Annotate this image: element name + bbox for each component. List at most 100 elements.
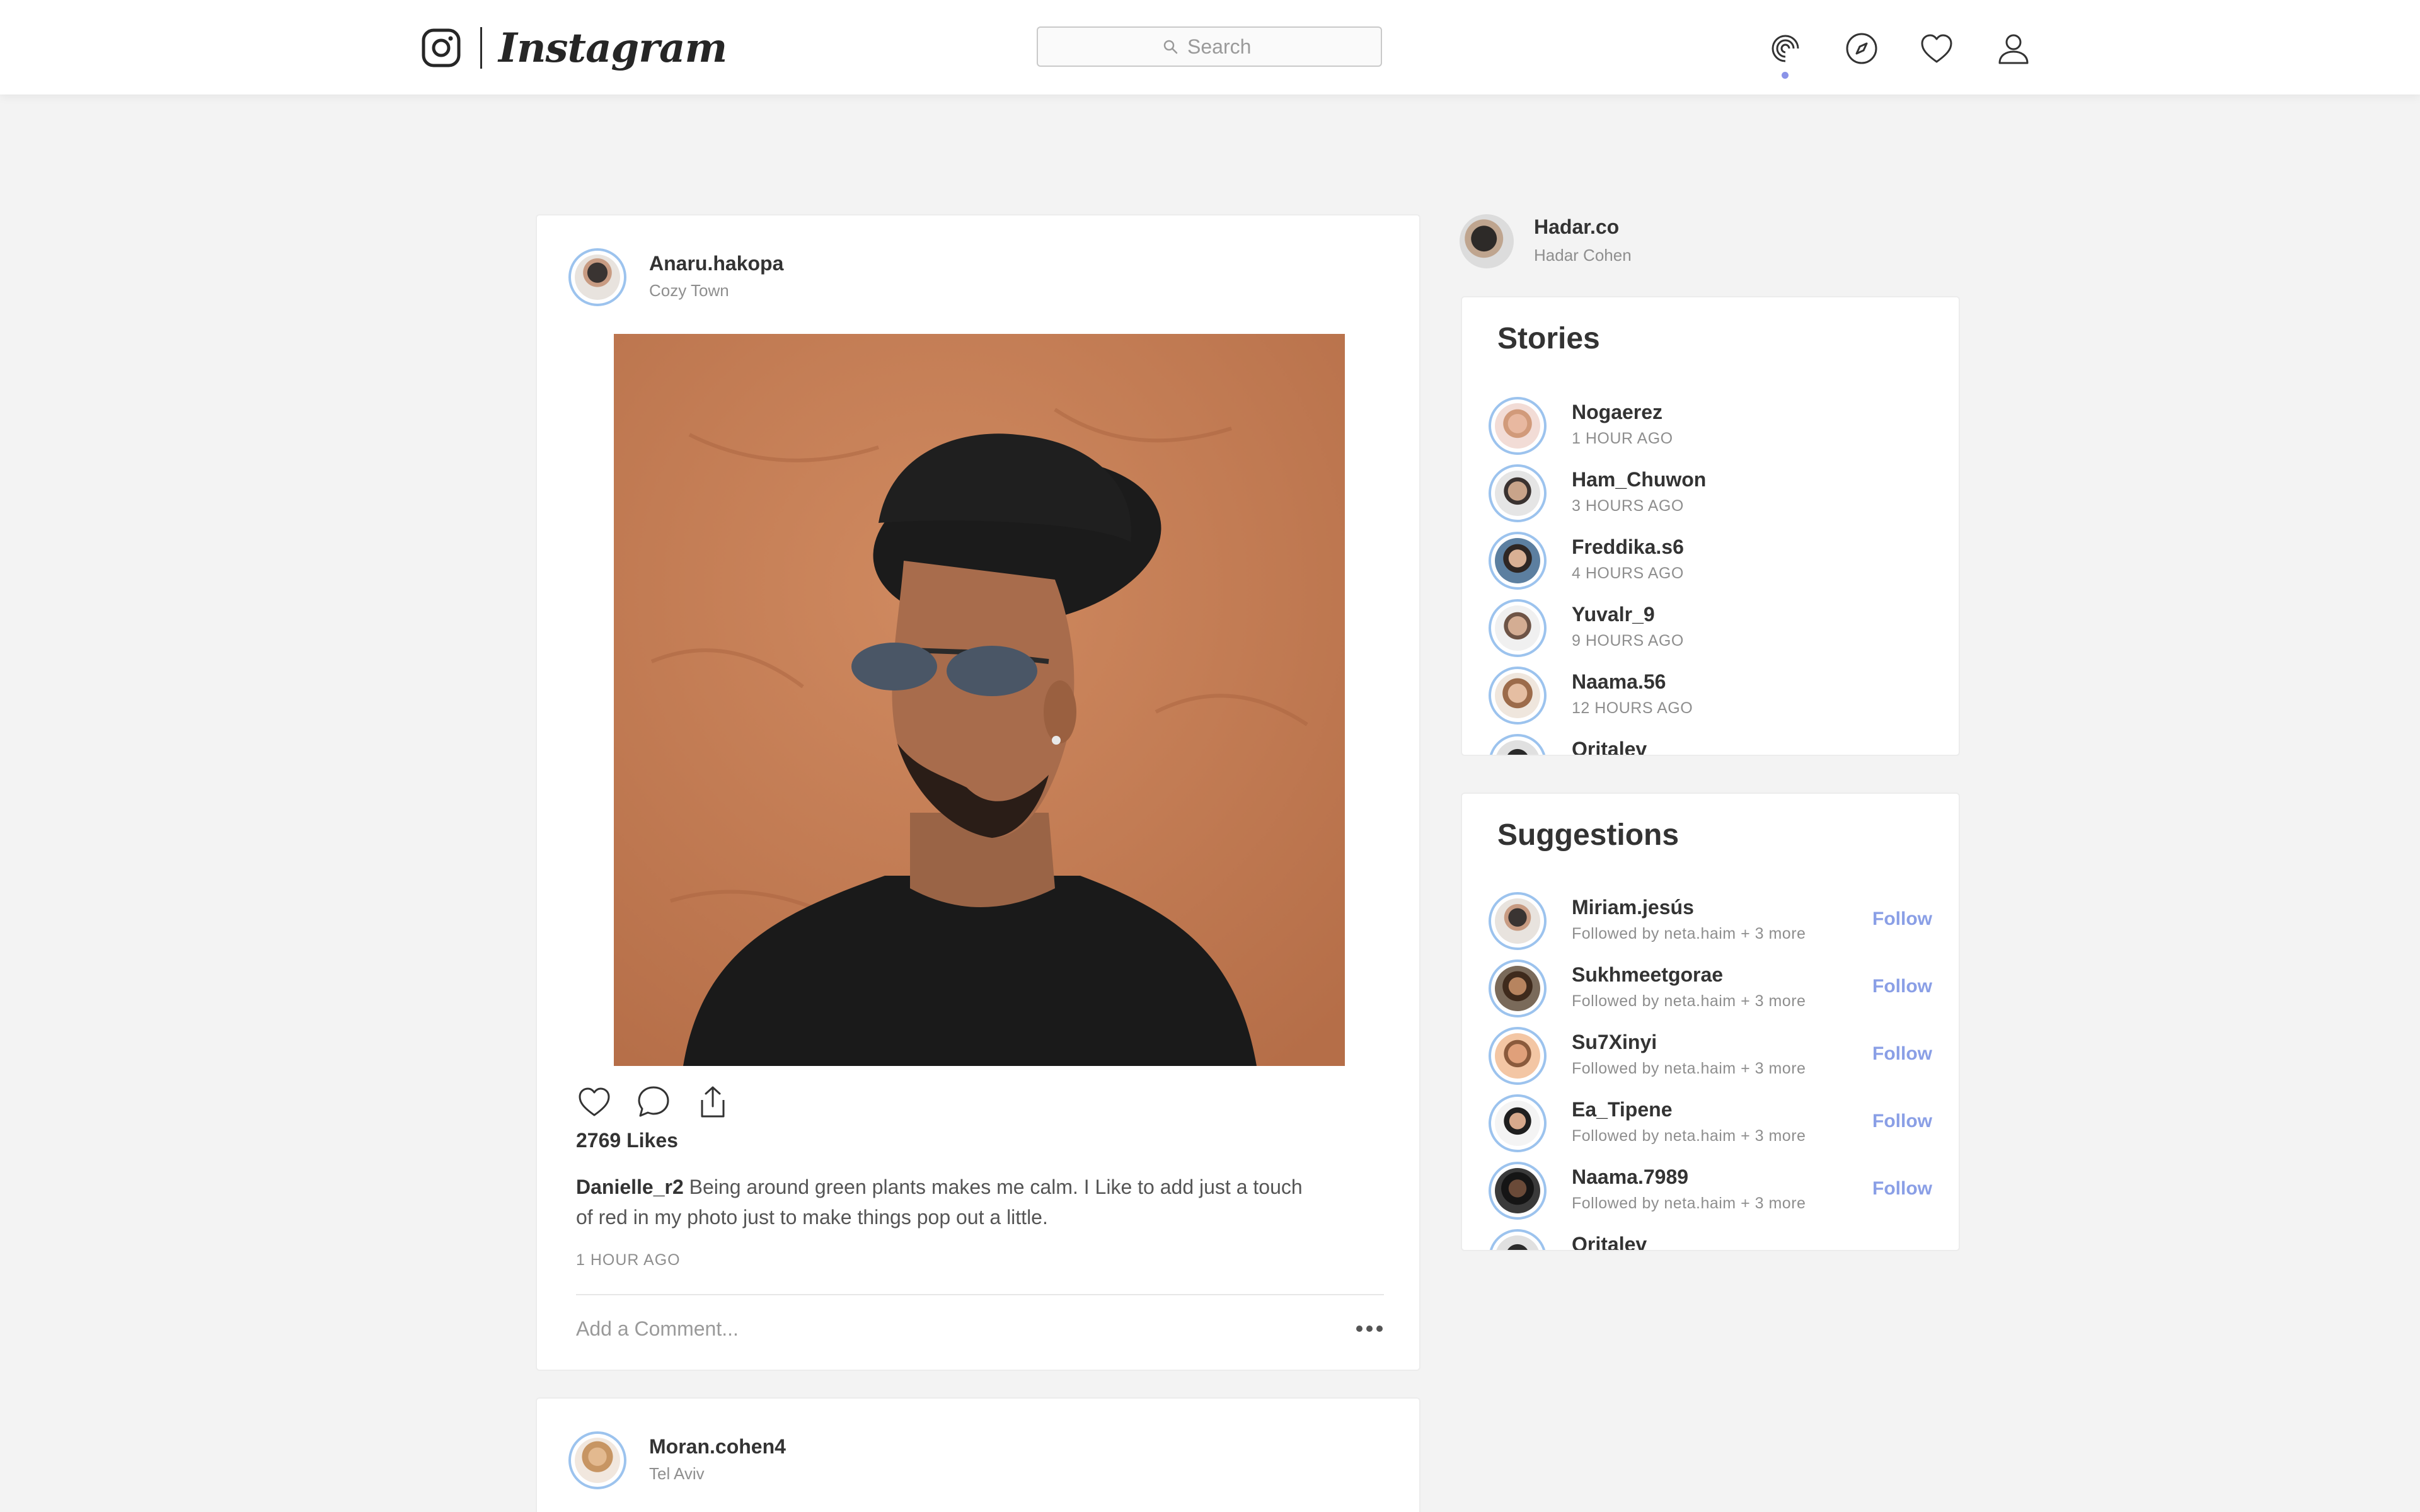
story-item[interactable]: Freddika.s6 4 HOURS AGO bbox=[1489, 530, 1942, 593]
avatar-image bbox=[1495, 471, 1540, 516]
more-options-icon[interactable] bbox=[1355, 1322, 1384, 1336]
photo-illustration bbox=[614, 334, 1345, 1066]
current-user-fullname: Hadar Cohen bbox=[1534, 246, 1632, 265]
story-avatar bbox=[1489, 734, 1547, 755]
suggestion-item[interactable]: Miriam.jesús Followed by neta.haim + 3 m… bbox=[1489, 891, 1942, 954]
nav-explore[interactable] bbox=[1843, 30, 1880, 70]
avatar-image bbox=[1495, 1168, 1540, 1213]
post-author-username[interactable]: Moran.cohen4 bbox=[649, 1435, 786, 1458]
avatar-image bbox=[1495, 966, 1540, 1011]
story-item[interactable]: Yuvalr_9 9 HOURS AGO bbox=[1489, 598, 1942, 661]
instagram-camera-icon bbox=[422, 28, 461, 67]
suggestion-username: Ea_Tipene bbox=[1572, 1098, 1673, 1121]
comment-input[interactable] bbox=[576, 1313, 1143, 1344]
story-time: 1 HOUR AGO bbox=[1572, 430, 1673, 447]
active-indicator-dot bbox=[1782, 72, 1789, 79]
follow-button[interactable]: Follow bbox=[1872, 976, 1932, 997]
suggestion-item[interactable]: Oritalev bbox=[1489, 1228, 1942, 1251]
post-author-avatar[interactable] bbox=[568, 1431, 626, 1489]
post-author-avatar[interactable] bbox=[568, 248, 626, 306]
story-time: 9 HOURS AGO bbox=[1572, 632, 1684, 650]
suggestion-avatar bbox=[1489, 892, 1547, 950]
nav-activity[interactable] bbox=[1918, 30, 1955, 70]
avatar-image bbox=[1495, 1235, 1540, 1250]
suggestion-followed-by: Followed by neta.haim + 3 more bbox=[1572, 1127, 1806, 1145]
post-photo[interactable] bbox=[614, 334, 1345, 1066]
avatar-image bbox=[1495, 673, 1540, 718]
like-heart-icon[interactable] bbox=[576, 1084, 613, 1120]
suggestions-panel: Suggestions Miriam.jesús Followed by net… bbox=[1461, 793, 1960, 1251]
suggestion-item[interactable]: Naama.7989 Followed by neta.haim + 3 mor… bbox=[1489, 1160, 1942, 1223]
post-actions bbox=[576, 1084, 731, 1120]
comment-bubble-icon[interactable] bbox=[635, 1084, 672, 1120]
story-item[interactable]: Naama.56 12 HOURS AGO bbox=[1489, 665, 1942, 728]
suggestion-item[interactable]: Sukhmeetgorae Followed by neta.haim + 3 … bbox=[1489, 958, 1942, 1021]
feed-post: Moran.cohen4 Tel Aviv bbox=[536, 1397, 1420, 1512]
brand[interactable]: Instagram bbox=[421, 24, 727, 72]
story-item[interactable]: Ham_Chuwon 3 HOURS AGO bbox=[1489, 463, 1942, 526]
story-time: 4 HOURS AGO bbox=[1572, 564, 1684, 582]
search-icon bbox=[1163, 40, 1178, 54]
post-location[interactable]: Tel Aviv bbox=[649, 1464, 705, 1484]
avatar-image bbox=[575, 1438, 620, 1483]
caption-username[interactable]: Danielle_r2 bbox=[576, 1176, 684, 1198]
nav-home[interactable] bbox=[1767, 30, 1804, 79]
current-user-avatar[interactable] bbox=[1460, 214, 1514, 268]
instagram-wordmark: Instagram bbox=[498, 24, 727, 72]
story-avatar bbox=[1489, 667, 1547, 724]
story-avatar bbox=[1489, 397, 1547, 455]
avatar-image bbox=[1495, 1033, 1540, 1079]
story-time: 12 HOURS AGO bbox=[1572, 699, 1693, 717]
stories-panel: Stories Nogaerez 1 HOUR AGO Ham_Chuwon 3… bbox=[1461, 296, 1960, 756]
follow-button[interactable]: Follow bbox=[1872, 908, 1932, 930]
suggestion-item[interactable]: Su7Xinyi Followed by neta.haim + 3 more … bbox=[1489, 1026, 1942, 1089]
search-input[interactable] bbox=[1187, 35, 1257, 59]
story-avatar bbox=[1489, 464, 1547, 522]
avatar-image bbox=[1495, 605, 1540, 651]
story-time: 3 HOURS AGO bbox=[1572, 497, 1684, 515]
story-item[interactable]: Oritalev bbox=[1489, 733, 1942, 756]
search-box[interactable] bbox=[1037, 26, 1382, 67]
like-count[interactable]: 2769 Likes bbox=[576, 1129, 678, 1152]
story-avatar bbox=[1489, 599, 1547, 657]
story-username: Freddika.s6 bbox=[1572, 536, 1684, 558]
post-timestamp: 1 HOUR AGO bbox=[576, 1251, 681, 1269]
suggestion-item[interactable]: Ea_Tipene Followed by neta.haim + 3 more… bbox=[1489, 1093, 1942, 1156]
activity-swirl-icon bbox=[1772, 35, 1799, 62]
suggestion-avatar bbox=[1489, 959, 1547, 1017]
suggestion-username: Su7Xinyi bbox=[1572, 1031, 1657, 1053]
story-username: Nogaerez bbox=[1572, 401, 1663, 423]
heart-icon bbox=[1921, 34, 1952, 63]
suggestion-avatar bbox=[1489, 1229, 1547, 1250]
current-user-username[interactable]: Hadar.co bbox=[1534, 215, 1619, 239]
suggestion-username: Sukhmeetgorae bbox=[1572, 963, 1724, 986]
suggestion-followed-by: Followed by neta.haim + 3 more bbox=[1572, 992, 1806, 1010]
story-item[interactable]: Nogaerez 1 HOUR AGO bbox=[1489, 396, 1942, 459]
suggestion-avatar bbox=[1489, 1027, 1547, 1085]
story-username: Oritalev bbox=[1572, 738, 1647, 756]
story-username: Ham_Chuwon bbox=[1572, 468, 1707, 491]
suggestion-username: Miriam.jesús bbox=[1572, 896, 1694, 919]
post-author-username[interactable]: Anaru.hakopa bbox=[649, 252, 783, 275]
follow-button[interactable]: Follow bbox=[1872, 1178, 1932, 1200]
divider bbox=[576, 1294, 1384, 1295]
follow-button[interactable]: Follow bbox=[1872, 1043, 1932, 1065]
user-profile-icon bbox=[1998, 34, 2029, 64]
post-location[interactable]: Cozy Town bbox=[649, 281, 729, 301]
suggestion-username: Oritalev bbox=[1572, 1233, 1647, 1251]
stories-title: Stories bbox=[1497, 322, 1600, 355]
avatar-image bbox=[575, 255, 620, 300]
story-username: Naama.56 bbox=[1572, 670, 1666, 693]
story-avatar bbox=[1489, 532, 1547, 590]
brand-divider bbox=[480, 27, 482, 69]
post-caption: Danielle_r2 Being around green plants ma… bbox=[576, 1172, 1320, 1232]
avatar-image bbox=[1495, 538, 1540, 583]
suggestion-followed-by: Followed by neta.haim + 3 more bbox=[1572, 1194, 1806, 1212]
share-upload-icon[interactable] bbox=[694, 1084, 731, 1120]
suggestion-avatar bbox=[1489, 1094, 1547, 1152]
suggestions-title: Suggestions bbox=[1497, 818, 1680, 852]
suggestion-followed-by: Followed by neta.haim + 3 more bbox=[1572, 925, 1806, 942]
nav-profile[interactable] bbox=[1995, 30, 2032, 70]
follow-button[interactable]: Follow bbox=[1872, 1111, 1932, 1132]
top-bar: Instagram bbox=[0, 0, 2420, 94]
